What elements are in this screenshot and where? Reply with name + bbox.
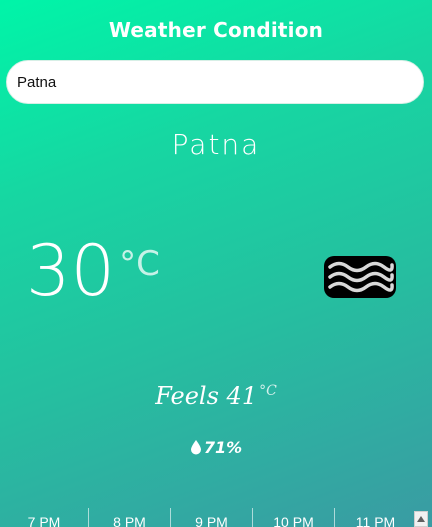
temperature-display: 30 °C [26,236,160,306]
hourly-forecast: 7 PM 8 PM 9 PM 10 PM 11 PM [0,508,432,527]
chevron-up-icon [417,516,425,522]
feels-like-unit: °C [259,383,277,399]
scroll-up-button[interactable] [414,511,428,527]
hourly-item[interactable]: 10 PM [252,508,334,527]
city-name: Patna [171,128,261,161]
hourly-time: 8 PM [113,514,146,527]
humidity: 71% [0,438,432,457]
temperature-unit: °C [119,244,160,284]
hourly-time: 9 PM [195,514,228,527]
water-drop-icon [190,440,201,455]
hourly-time: 11 PM [355,514,396,527]
hourly-time: 7 PM [27,514,61,527]
feels-like: Feels 41 °C [0,382,432,410]
city-search-input[interactable] [6,60,424,104]
hourly-item[interactable]: 7 PM [0,508,88,527]
temperature-value: 30 [26,230,116,312]
feels-like-text: Feels 41 [155,382,258,410]
hourly-time: 10 PM [273,514,314,527]
humidity-value: 71% [203,438,243,457]
hourly-item[interactable]: 9 PM [170,508,252,527]
haze-waves-icon [324,256,396,298]
hourly-item[interactable]: 8 PM [88,508,170,527]
hourly-item[interactable]: 11 PM [334,508,416,527]
app-title: Weather Condition [108,18,324,42]
